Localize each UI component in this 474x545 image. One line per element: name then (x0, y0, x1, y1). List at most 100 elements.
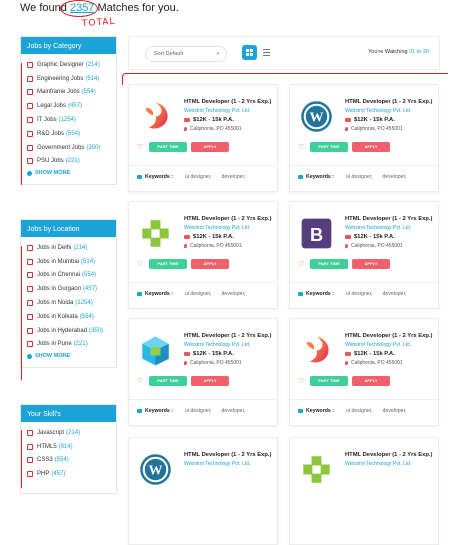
filter-item[interactable]: Jobs in Gurgaon (457) (27, 282, 110, 296)
apply-button[interactable]: APPLY (191, 142, 229, 152)
checkbox[interactable] (27, 457, 33, 464)
job-title[interactable]: HTML Developer (1 - 2 Yrs Exp.) (345, 216, 432, 222)
company-name[interactable]: Webstrot Technology Pvt. Ltd. (184, 108, 250, 114)
filter-item[interactable]: Jobs in Delhi (214) (27, 241, 110, 255)
heart-icon[interactable]: ♡ (298, 143, 304, 151)
keyword-tag[interactable]: developer, (383, 408, 407, 414)
job-card[interactable]: B HTML Developer (1 - 2 Yrs Exp.) Webstrot… (289, 201, 439, 309)
checkbox[interactable] (27, 286, 33, 293)
company-name[interactable]: Webstrot Technology Pvt. Ltd. (345, 108, 411, 114)
filter-item[interactable]: Legal Jobs (457) (27, 99, 110, 113)
filter-item[interactable]: R&D Jobs (554) (27, 127, 110, 141)
filter-item[interactable]: PHP (457) (27, 467, 110, 481)
company-name[interactable]: Webstrot Technology Pvt. Ltd. (184, 461, 250, 467)
checkbox[interactable] (27, 144, 33, 151)
filter-item[interactable]: Engineering Jobs (514) (27, 72, 110, 86)
checkbox[interactable] (27, 272, 33, 279)
heart-icon[interactable]: ♡ (298, 377, 304, 385)
checkbox[interactable] (27, 258, 33, 265)
checkbox[interactable] (27, 341, 33, 348)
filter-item[interactable]: Jobs in Hyderabad (350) (27, 324, 110, 338)
checkbox[interactable] (27, 443, 33, 450)
job-title[interactable]: HTML Developer (1 - 2 Yrs Exp.) (184, 452, 271, 458)
keyword-tag[interactable]: developer, (222, 408, 246, 414)
company-name[interactable]: Webstrot Technology Pvt. Ltd. (345, 342, 411, 348)
apply-button[interactable]: APPLY (191, 376, 229, 386)
part-time-button[interactable]: PART TIME (149, 376, 187, 386)
job-card[interactable]: HTML Developer (1 - 2 Yrs Exp.) Webstrot … (128, 201, 278, 309)
job-title[interactable]: HTML Developer (1 - 2 Yrs Exp.) (345, 99, 432, 105)
job-title[interactable]: HTML Developer (1 - 2 Yrs Exp.) (184, 216, 271, 222)
checkbox[interactable] (27, 158, 33, 165)
keyword-tag[interactable]: developer, (383, 174, 407, 180)
checkbox[interactable] (27, 327, 33, 334)
keyword-tag[interactable]: developer, (383, 291, 407, 297)
checkbox[interactable] (27, 300, 33, 307)
checkbox[interactable] (27, 117, 33, 124)
apply-button[interactable]: APPLY (352, 259, 390, 269)
filter-item[interactable]: Government Jobs (350) (27, 141, 110, 155)
keyword-tag[interactable]: developer, (222, 291, 246, 297)
keyword-tag[interactable]: ui designer, (346, 408, 373, 414)
grid-view-button[interactable] (242, 45, 257, 60)
job-card[interactable]: W HTML Developer (1 - 2 Yrs Exp.) Webstrot… (128, 437, 278, 545)
checkbox[interactable] (27, 103, 33, 110)
keyword-tag[interactable]: ui designer, (185, 174, 212, 180)
job-card[interactable]: HTML Developer (1 - 2 Yrs Exp.) Webstrot … (289, 318, 439, 426)
heart-icon[interactable]: ♡ (137, 260, 143, 268)
checkbox[interactable] (27, 429, 33, 436)
filter-item[interactable]: Jobs in Chennai (554) (27, 269, 110, 283)
filter-item[interactable]: IT Jobs (1254) (27, 113, 110, 127)
job-card[interactable]: HTML Developer (1 - 2 Yrs Exp.) Webstrot … (289, 437, 439, 545)
part-time-button[interactable]: PART TIME (310, 376, 348, 386)
job-title[interactable]: HTML Developer (1 - 2 Yrs Exp.) (345, 452, 432, 458)
checkbox[interactable] (27, 130, 33, 137)
job-title[interactable]: HTML Developer (1 - 2 Yrs Exp.) (184, 333, 271, 339)
sort-select[interactable]: Sort Default ▾ (145, 46, 227, 62)
apply-button[interactable]: APPLY (191, 259, 229, 269)
keyword-tag[interactable]: ui designer, (346, 174, 373, 180)
filter-item[interactable]: PSU Jobs (221) (27, 155, 110, 169)
location-show-more-button[interactable]: SHOW MORE (21, 351, 116, 367)
job-card[interactable]: HTML Developer (1 - 2 Yrs Exp.) Webstrot … (128, 318, 278, 426)
filter-item[interactable]: Javascript (214) (27, 426, 110, 440)
company-name[interactable]: Webstrot Technology Pvt. Ltd. (345, 461, 411, 467)
heart-icon[interactable]: ♡ (137, 377, 143, 385)
filter-item[interactable]: Jobs in Kolkata (554) (27, 310, 110, 324)
company-name[interactable]: Webstrot Technology Pvt. Ltd. (345, 225, 411, 231)
category-show-more-button[interactable]: SHOW MORE (21, 168, 116, 184)
part-time-button[interactable]: PART TIME (149, 142, 187, 152)
part-time-button[interactable]: PART TIME (149, 259, 187, 269)
filter-item[interactable]: Jobs in Mumbai (514) (27, 255, 110, 269)
filter-item[interactable]: Jobs in Noida (1254) (27, 296, 110, 310)
checkbox[interactable] (27, 89, 33, 96)
filter-item[interactable]: HTML5 (514) (27, 440, 110, 454)
company-name[interactable]: Webstrot Technology Pvt. Ltd. (184, 225, 250, 231)
keyword-tag[interactable]: ui designer, (185, 408, 212, 414)
job-card[interactable]: HTML Developer (1 - 2 Yrs Exp.) Webstrot … (128, 84, 278, 192)
apply-button[interactable]: APPLY (352, 142, 390, 152)
filter-item[interactable]: Jobs in Pune (221) (27, 338, 110, 352)
company-name[interactable]: Webstrot Technology Pvt. Ltd. (184, 342, 250, 348)
keyword-tag[interactable]: ui designer, (185, 291, 212, 297)
keyword-tag[interactable]: developer, (222, 174, 246, 180)
checkbox[interactable] (27, 75, 33, 82)
part-time-button[interactable]: PART TIME (310, 259, 348, 269)
job-card[interactable]: W HTML Developer (1 - 2 Yrs Exp.) Webstrot… (289, 84, 439, 192)
job-title[interactable]: HTML Developer (1 - 2 Yrs Exp.) (184, 99, 271, 105)
keyword-tag[interactable]: ui designer, (346, 291, 373, 297)
checkbox[interactable] (27, 244, 33, 251)
list-view-button[interactable] (263, 49, 270, 56)
heart-icon[interactable]: ♡ (298, 260, 304, 268)
filter-item[interactable]: CSS3 (554) (27, 454, 110, 468)
heart-icon[interactable]: ♡ (137, 143, 143, 151)
filter-item[interactable]: Graphic Designer (214) (27, 58, 110, 72)
checkbox[interactable] (27, 61, 33, 68)
part-time-button[interactable]: PART TIME (310, 142, 348, 152)
checkbox[interactable] (27, 471, 33, 478)
job-title[interactable]: HTML Developer (1 - 2 Yrs Exp.) (345, 333, 432, 339)
checkbox[interactable] (27, 313, 33, 320)
apply-button[interactable]: APPLY (352, 376, 390, 386)
filter-item[interactable]: Mainframe Jobs (554) (27, 86, 110, 100)
location-filter-panel: Jobs by Location Jobs in Delhi (214) Jobs … (20, 219, 117, 369)
